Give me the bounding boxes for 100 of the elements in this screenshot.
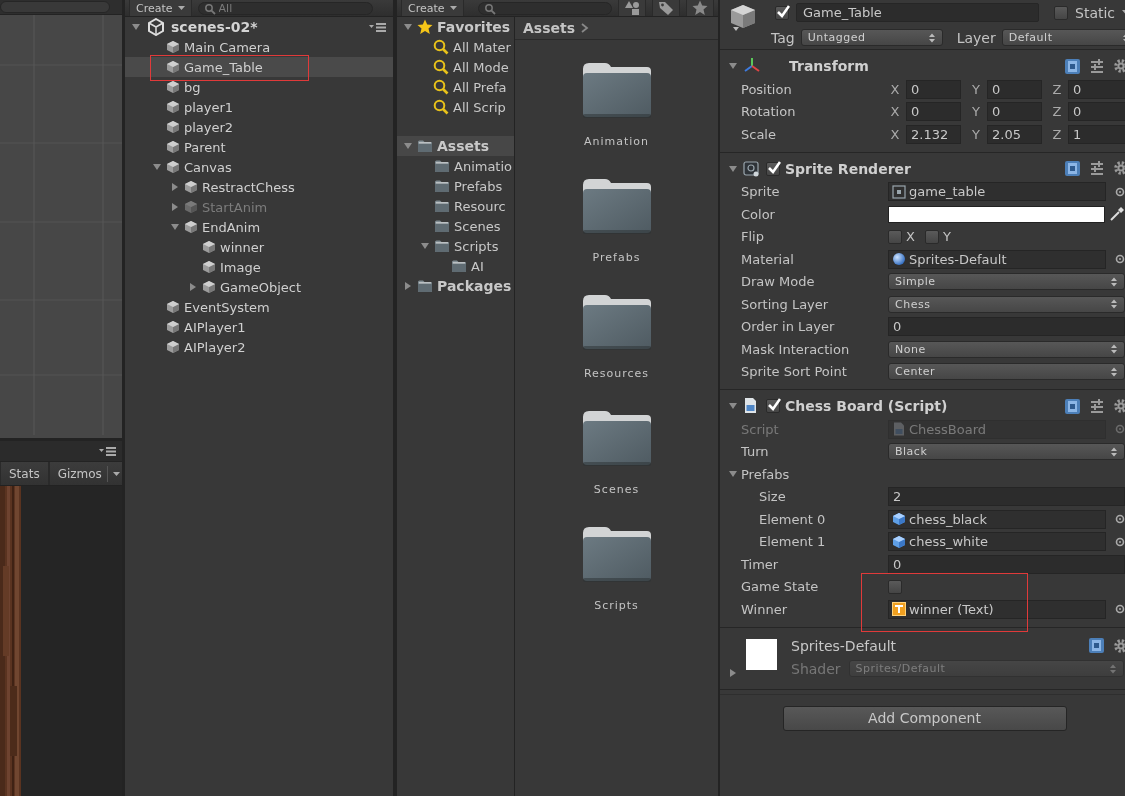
number-field[interactable]: 1 [1068, 124, 1125, 144]
picker-icon[interactable] [1115, 604, 1125, 615]
expand-arrow-icon[interactable] [403, 281, 413, 291]
expand-arrow-icon[interactable] [728, 163, 738, 174]
tree-item[interactable]: AIPlayer1 [125, 317, 393, 337]
help-icon[interactable] [1064, 57, 1081, 75]
expand-arrow-icon[interactable] [420, 241, 430, 251]
tree-item[interactable]: Image [125, 257, 393, 277]
expand-arrow-icon[interactable] [188, 282, 198, 292]
toolbar-button[interactable] [652, 0, 680, 16]
picker-icon[interactable] [1115, 514, 1125, 525]
object-field[interactable]: winner (Text) [888, 599, 1106, 619]
tree-item[interactable]: RestractChess [125, 177, 393, 197]
folder-icon[interactable] [580, 293, 653, 351]
object-field[interactable]: chess_white [888, 532, 1106, 552]
toolbar-button[interactable] [618, 0, 646, 16]
tree-item[interactable]: Assets [397, 136, 514, 156]
tree-item[interactable]: Parent [125, 137, 393, 157]
expand-arrow-icon[interactable] [170, 222, 180, 232]
number-field[interactable]: 0 [1068, 102, 1125, 122]
tree-item[interactable]: player2 [125, 117, 393, 137]
tree-item[interactable]: EndAnim [125, 217, 393, 237]
tree-item[interactable]: bg [125, 77, 393, 97]
checkbox[interactable] [766, 161, 780, 176]
picker-icon[interactable] [1115, 186, 1125, 197]
folder-icon[interactable] [580, 525, 653, 583]
eyedropper-icon[interactable] [1109, 206, 1125, 223]
tree-item[interactable]: Scripts [397, 236, 514, 256]
tree-item[interactable]: Resourc [397, 196, 514, 216]
breadcrumb[interactable]: Assets [523, 20, 576, 36]
tree-item[interactable]: Packages [397, 276, 514, 296]
settings-icon[interactable] [1113, 637, 1125, 654]
checkbox[interactable] [775, 5, 789, 20]
dropdown[interactable]: Black [888, 443, 1125, 461]
folder-icon[interactable] [580, 177, 653, 235]
name-field[interactable]: Game_Table [796, 3, 1039, 22]
tree-item[interactable]: All Scrip [397, 97, 514, 117]
create-button[interactable]: Create [401, 0, 464, 16]
preset-icon[interactable] [1089, 397, 1105, 414]
number-field[interactable]: 0 [888, 554, 1125, 574]
toolbar-button[interactable]: Stats [0, 462, 49, 485]
tree-item[interactable]: Game_Table [125, 57, 393, 77]
tree-item[interactable]: Scenes [397, 216, 514, 236]
number-field[interactable]: 0 [987, 102, 1042, 122]
preset-icon[interactable] [1089, 57, 1105, 74]
settings-icon[interactable] [1113, 160, 1125, 176]
object-field[interactable]: game_table [888, 182, 1106, 202]
settings-icon[interactable] [1113, 57, 1125, 74]
expand-arrow-icon[interactable] [152, 162, 162, 172]
expand-arrow-icon[interactable] [728, 61, 738, 71]
checkbox[interactable] [924, 229, 939, 244]
folder-icon[interactable] [580, 409, 653, 467]
search-field[interactable] [477, 1, 612, 15]
number-field[interactable]: 0 [1068, 79, 1125, 99]
dropdown[interactable]: Untagged [800, 29, 943, 46]
tree-item[interactable]: winner [125, 237, 393, 257]
tree-item[interactable]: Animatio [397, 156, 514, 176]
number-field[interactable]: 0 [906, 102, 961, 122]
menu-icon[interactable] [99, 445, 117, 457]
tree-item[interactable]: AIPlayer2 [125, 337, 393, 357]
checkbox[interactable] [766, 399, 780, 413]
number-field[interactable]: 0 [906, 79, 961, 99]
checkbox[interactable] [888, 229, 902, 244]
dropdown[interactable]: Center [888, 363, 1125, 381]
color-field[interactable] [888, 205, 1105, 223]
tree-item[interactable]: Main Camera [125, 37, 393, 57]
search-field[interactable]: All [197, 1, 373, 15]
checkbox[interactable] [888, 579, 902, 594]
expand-arrow-icon[interactable] [728, 667, 738, 678]
tree-item[interactable]: Prefabs [397, 176, 514, 196]
number-field[interactable]: 2.05 [987, 124, 1042, 144]
tree-item[interactable]: All Prefa [397, 77, 514, 97]
dropdown[interactable]: Default [1001, 29, 1125, 46]
object-field[interactable]: Sprites-Default [888, 249, 1106, 269]
tree-item[interactable]: Canvas [125, 157, 393, 177]
tree-item[interactable]: player1 [125, 97, 393, 117]
help-icon[interactable] [1064, 397, 1081, 415]
tree-item[interactable]: All Mater [397, 37, 514, 57]
dropdown[interactable]: None [888, 340, 1125, 358]
dropdown[interactable]: Simple [888, 273, 1125, 291]
number-field[interactable]: 0 [987, 79, 1042, 99]
preset-icon[interactable] [1089, 160, 1105, 176]
tree-item[interactable]: EventSystem [125, 297, 393, 317]
expand-arrow-icon[interactable] [403, 141, 413, 151]
expand-arrow-icon[interactable] [170, 182, 180, 192]
add-component-button[interactable]: Add Component [782, 705, 1067, 731]
picker-icon[interactable] [1115, 254, 1125, 265]
settings-icon[interactable] [1113, 397, 1125, 414]
folder-icon[interactable] [580, 61, 653, 119]
number-field[interactable]: 2.132 [906, 124, 961, 144]
tree-item[interactable]: All Mode [397, 57, 514, 77]
help-icon[interactable] [1064, 160, 1081, 177]
object-field[interactable]: chess_black [888, 509, 1106, 529]
dropdown[interactable]: Chess [888, 295, 1125, 313]
number-field[interactable]: 2 [888, 487, 1125, 507]
tree-item[interactable]: AI [397, 256, 514, 276]
create-button[interactable]: Create [129, 0, 192, 16]
menu-icon[interactable] [369, 21, 387, 33]
picker-icon[interactable] [1115, 536, 1125, 547]
toolbar-button[interactable] [686, 0, 714, 16]
